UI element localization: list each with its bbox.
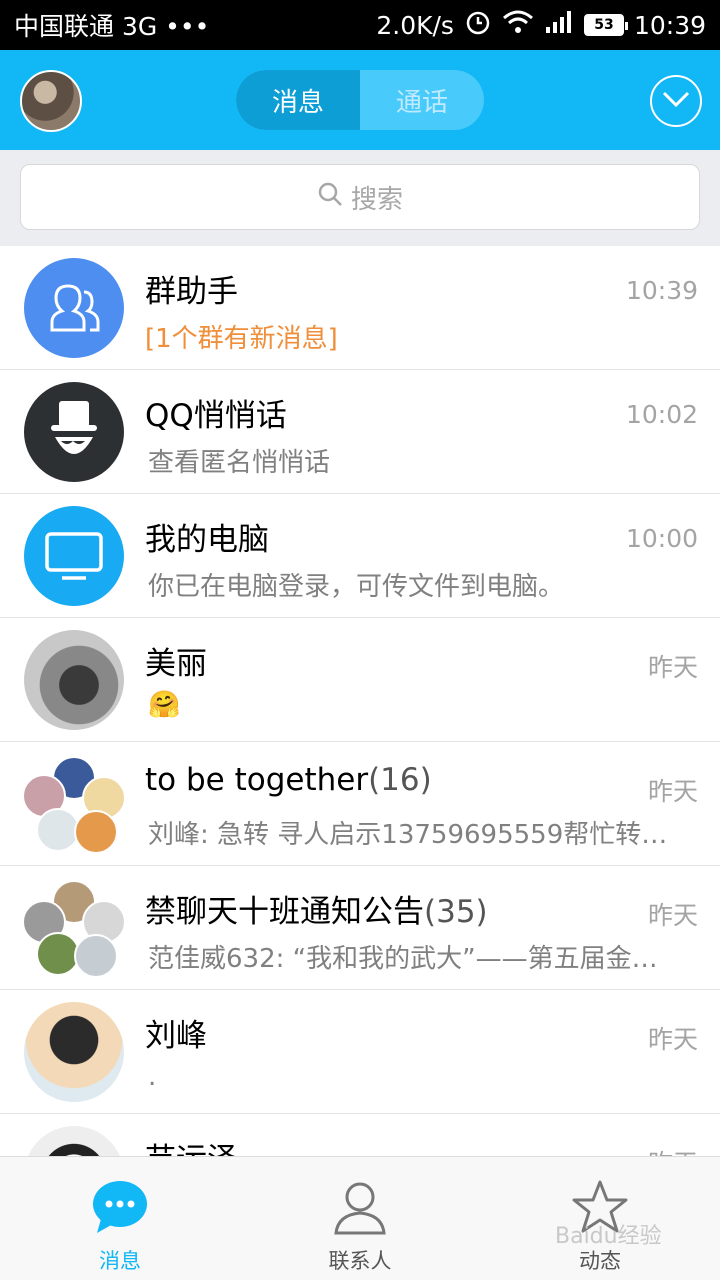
- conversation-row[interactable]: 美丽 昨天 🤗: [0, 618, 720, 742]
- conversation-title: QQ悄悄话: [145, 398, 287, 434]
- chat-bubble-icon: [91, 1179, 149, 1239]
- more-menu-button[interactable]: [650, 75, 702, 127]
- search-icon: [317, 181, 343, 214]
- nav-label: 联系人: [328, 1249, 392, 1273]
- conversation-list: 群助手 10:39 [1个群有新消息] QQ悄悄话 10:02 查看匿名悄悄话 …: [0, 246, 720, 1156]
- group-assistant-icon: [24, 258, 124, 358]
- search-input[interactable]: 搜索: [20, 164, 700, 230]
- tab-calls[interactable]: 通话: [360, 70, 484, 130]
- user-avatar[interactable]: [20, 70, 82, 132]
- tab-messages[interactable]: 消息: [236, 70, 360, 130]
- conversation-time: 昨天: [647, 1025, 698, 1054]
- conversation-row[interactable]: 群助手 10:39 [1个群有新消息]: [0, 246, 720, 370]
- group-avatar: [22, 880, 128, 980]
- conversation-time: 昨天: [648, 1144, 698, 1156]
- watermark-logo: Baidu经验: [555, 1224, 662, 1249]
- avatar: [24, 1126, 124, 1156]
- conversation-title: to be together(16): [145, 762, 432, 798]
- member-count: (35): [424, 894, 488, 930]
- avatar: [24, 630, 124, 730]
- member-count: (16): [368, 762, 432, 798]
- header: 消息 通话: [0, 50, 720, 150]
- conversation-preview: [1个群有新消息]: [145, 324, 338, 354]
- chevron-down-icon: [661, 89, 691, 113]
- conversation-time: 昨天: [647, 653, 698, 682]
- conversation-preview: 🤗: [148, 690, 181, 720]
- conversation-time: 昨天: [647, 901, 698, 930]
- conversation-time: 10:39: [625, 276, 698, 305]
- conversation-row[interactable]: 刘峰 昨天 .: [0, 990, 720, 1114]
- nav-messages[interactable]: 消息: [0, 1157, 240, 1280]
- status-bar: 中国联通 3G ••• 2.0K/s 53 10:39: [0, 0, 720, 50]
- conversation-preview: 查看匿名悄悄话: [148, 448, 331, 478]
- nav-label: 消息: [99, 1249, 141, 1273]
- conversation-title: 群助手: [145, 274, 238, 310]
- conversation-title: 苗运泽: [145, 1134, 238, 1156]
- search-area: 搜索: [0, 150, 720, 246]
- conversation-preview: 刘峰: 急转 寻人启示13759695559帮忙转发一下: [148, 820, 678, 850]
- carrier-label: 中国联通 3G •••: [14, 12, 210, 41]
- network-speed: 2.0K/s: [376, 10, 454, 40]
- conversation-row[interactable]: 禁聊天十班通知公告(35) 昨天 范佳威632: “我和我的武大”——第五届金秋…: [0, 866, 720, 990]
- anonymous-mask-icon: [24, 382, 124, 482]
- conversation-row[interactable]: QQ悄悄话 10:02 查看匿名悄悄话: [0, 370, 720, 494]
- conversation-preview: .: [148, 1062, 157, 1092]
- battery-icon: 53: [583, 14, 628, 36]
- conversation-row[interactable]: 苗运泽 昨天: [0, 1114, 720, 1156]
- conversation-title: 禁聊天十班通知公告(35): [145, 894, 488, 930]
- search-placeholder: 搜索: [350, 184, 403, 215]
- conversation-title: 我的电脑: [145, 522, 269, 558]
- conversation-row[interactable]: 我的电脑 10:00 你已在电脑登录，可传文件到电脑。: [0, 494, 720, 618]
- wifi-icon: [502, 9, 534, 41]
- conversation-row[interactable]: to be together(16) 昨天 刘峰: 急转 寻人启示1375969…: [0, 742, 720, 866]
- nav-contacts[interactable]: 联系人: [240, 1157, 480, 1280]
- conversation-preview: 你已在电脑登录，可传文件到电脑。: [148, 572, 565, 602]
- conversation-time: 10:00: [625, 524, 698, 553]
- conversation-time: 昨天: [647, 777, 698, 806]
- clock: 10:39: [633, 10, 706, 40]
- conversation-time: 10:02: [625, 400, 698, 429]
- avatar: [24, 1002, 124, 1102]
- conversation-title: 美丽: [145, 646, 207, 682]
- group-avatar: [22, 756, 128, 856]
- signal-icon: [544, 9, 574, 41]
- tab-switcher: 消息 通话: [236, 70, 484, 130]
- conversation-title: 刘峰: [145, 1018, 207, 1054]
- computer-icon: [24, 506, 124, 606]
- alarm-icon: [464, 8, 492, 42]
- conversation-preview: 范佳威632: “我和我的武大”——第五届金秋文化节: [148, 944, 678, 974]
- person-icon: [332, 1179, 388, 1239]
